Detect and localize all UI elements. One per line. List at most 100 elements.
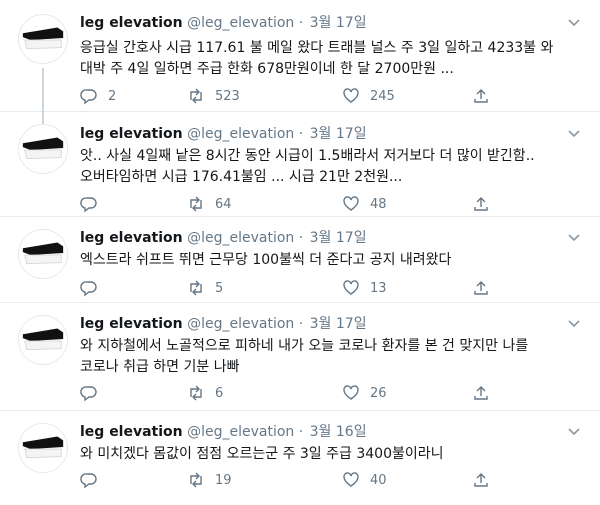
tweet-date[interactable]: 3월 17일 [310,230,367,246]
reply-icon [80,473,97,489]
share-icon [474,89,488,103]
tweet-text: 와 미치겠다 몸값이 점점 오르는군 주 3일 주급 3400불이라니 [80,446,444,462]
reply-button[interactable] [80,383,108,403]
like-count: 40 [370,472,387,488]
avatar[interactable] [18,423,68,473]
reply-icon [80,89,97,105]
tweet-date[interactable]: 3월 16일 [310,424,367,440]
share-button[interactable] [472,383,490,403]
tweet-date[interactable]: 3월 17일 [310,15,367,31]
chevron-down-icon[interactable] [566,229,582,245]
tweet-text: 앗.. 사실 4일째 낱은 8시간 동안 시급이 1.5배라서 저거보다 더 많… [80,148,535,185]
share-button[interactable] [472,86,490,106]
tweet-actions: 6 26 [80,383,500,403]
chevron-down-icon[interactable] [566,14,582,30]
leg-elevation-avatar [19,424,67,472]
separator-dot: · [298,15,304,31]
avatar[interactable] [18,315,68,365]
retweet-icon [190,472,202,488]
retweet-icon [190,385,202,401]
tweet[interactable]: leg elevation @leg_elevation · 3월 17일 응급… [0,0,600,112]
tweet-date[interactable]: 3월 17일 [310,126,367,142]
tweet-date[interactable]: 3월 17일 [310,316,367,332]
share-icon [474,281,488,295]
tweet-text: 엑스트라 쉬프트 뛰면 근무당 100불씩 더 준다고 공지 내려왔다 [80,252,452,268]
reply-count: 2 [108,88,117,104]
retweet-button[interactable]: 64 [187,194,232,214]
heart-icon [343,196,359,211]
retweet-button[interactable]: 19 [187,470,232,490]
reply-icon [80,386,97,402]
share-button[interactable] [472,194,490,214]
like-button[interactable]: 40 [342,470,387,490]
share-icon [474,386,488,400]
like-button[interactable]: 26 [342,383,387,403]
reply-button[interactable]: 2 [80,86,116,106]
tweet-text: 응급실 간호사 시급 117.61 불 메일 왔다 트래블 널스 주 3일 일하… [80,40,554,77]
chevron-down-icon[interactable] [566,315,582,331]
tweet-actions: 19 40 [80,470,500,490]
tweet-header: leg elevation @leg_elevation · 3월 17일 [80,12,367,32]
user-name[interactable]: leg elevation [80,424,183,440]
share-button[interactable] [472,278,490,298]
retweet-icon [190,196,202,212]
tweet-feed: leg elevation @leg_elevation · 3월 17일 응급… [0,0,600,505]
reply-icon [80,197,97,213]
separator-dot: · [298,424,304,440]
user-handle[interactable]: @leg_elevation [187,15,294,31]
separator-dot: · [298,316,304,332]
like-button[interactable]: 13 [342,278,387,298]
like-count: 245 [370,88,395,104]
leg-elevation-avatar [19,230,67,278]
leg-elevation-avatar [19,316,67,364]
share-icon [474,197,488,211]
heart-icon [343,280,359,295]
retweet-count: 6 [215,385,224,401]
tweet[interactable]: leg elevation @leg_elevation · 3월 17일 엑스… [0,217,600,303]
chevron-down-icon[interactable] [566,423,582,439]
tweet-header: leg elevation @leg_elevation · 3월 16일 [80,421,367,441]
thread-line [42,112,44,124]
tweet-actions: 64 48 [80,194,500,214]
like-count: 48 [370,196,387,212]
retweet-button[interactable]: 523 [187,86,240,106]
retweet-count: 64 [215,196,232,212]
tweet-header: leg elevation @leg_elevation · 3월 17일 [80,227,367,247]
user-handle[interactable]: @leg_elevation [187,424,294,440]
reply-button[interactable] [80,278,108,298]
avatar[interactable] [18,124,68,174]
user-handle[interactable]: @leg_elevation [187,126,294,142]
retweet-button[interactable]: 6 [187,383,223,403]
user-handle[interactable]: @leg_elevation [187,230,294,246]
reply-button[interactable] [80,470,108,490]
separator-dot: · [298,230,304,246]
user-name[interactable]: leg elevation [80,316,183,332]
user-name[interactable]: leg elevation [80,15,183,31]
chevron-down-icon[interactable] [566,125,582,141]
tweet-header: leg elevation @leg_elevation · 3월 17일 [80,313,367,333]
tweet[interactable]: leg elevation @leg_elevation · 3월 16일 와 … [0,411,600,505]
tweet[interactable]: leg elevation @leg_elevation · 3월 17일 와 … [0,303,600,411]
avatar[interactable] [18,229,68,279]
separator-dot: · [298,126,304,142]
retweet-count: 5 [215,280,224,296]
reply-button[interactable] [80,194,108,214]
like-button[interactable]: 245 [342,86,395,106]
share-button[interactable] [472,470,490,490]
retweet-count: 523 [215,88,240,104]
retweet-button[interactable]: 5 [187,278,223,298]
like-button[interactable]: 48 [342,194,387,214]
user-handle[interactable]: @leg_elevation [187,316,294,332]
tweet-text: 와 지하철에서 노골적으로 피하네 내가 오늘 코로나 환자를 본 건 맞지만 … [80,338,529,375]
user-name[interactable]: leg elevation [80,126,183,142]
heart-icon [343,472,359,487]
leg-elevation-avatar [19,15,67,63]
tweet-header: leg elevation @leg_elevation · 3월 17일 [80,123,367,143]
retweet-icon [190,280,202,296]
tweet[interactable]: leg elevation @leg_elevation · 3월 17일 앗.… [0,112,600,217]
user-name[interactable]: leg elevation [80,230,183,246]
heart-icon [343,88,359,103]
like-count: 13 [370,280,387,296]
reply-icon [80,281,97,297]
avatar[interactable] [18,14,68,64]
